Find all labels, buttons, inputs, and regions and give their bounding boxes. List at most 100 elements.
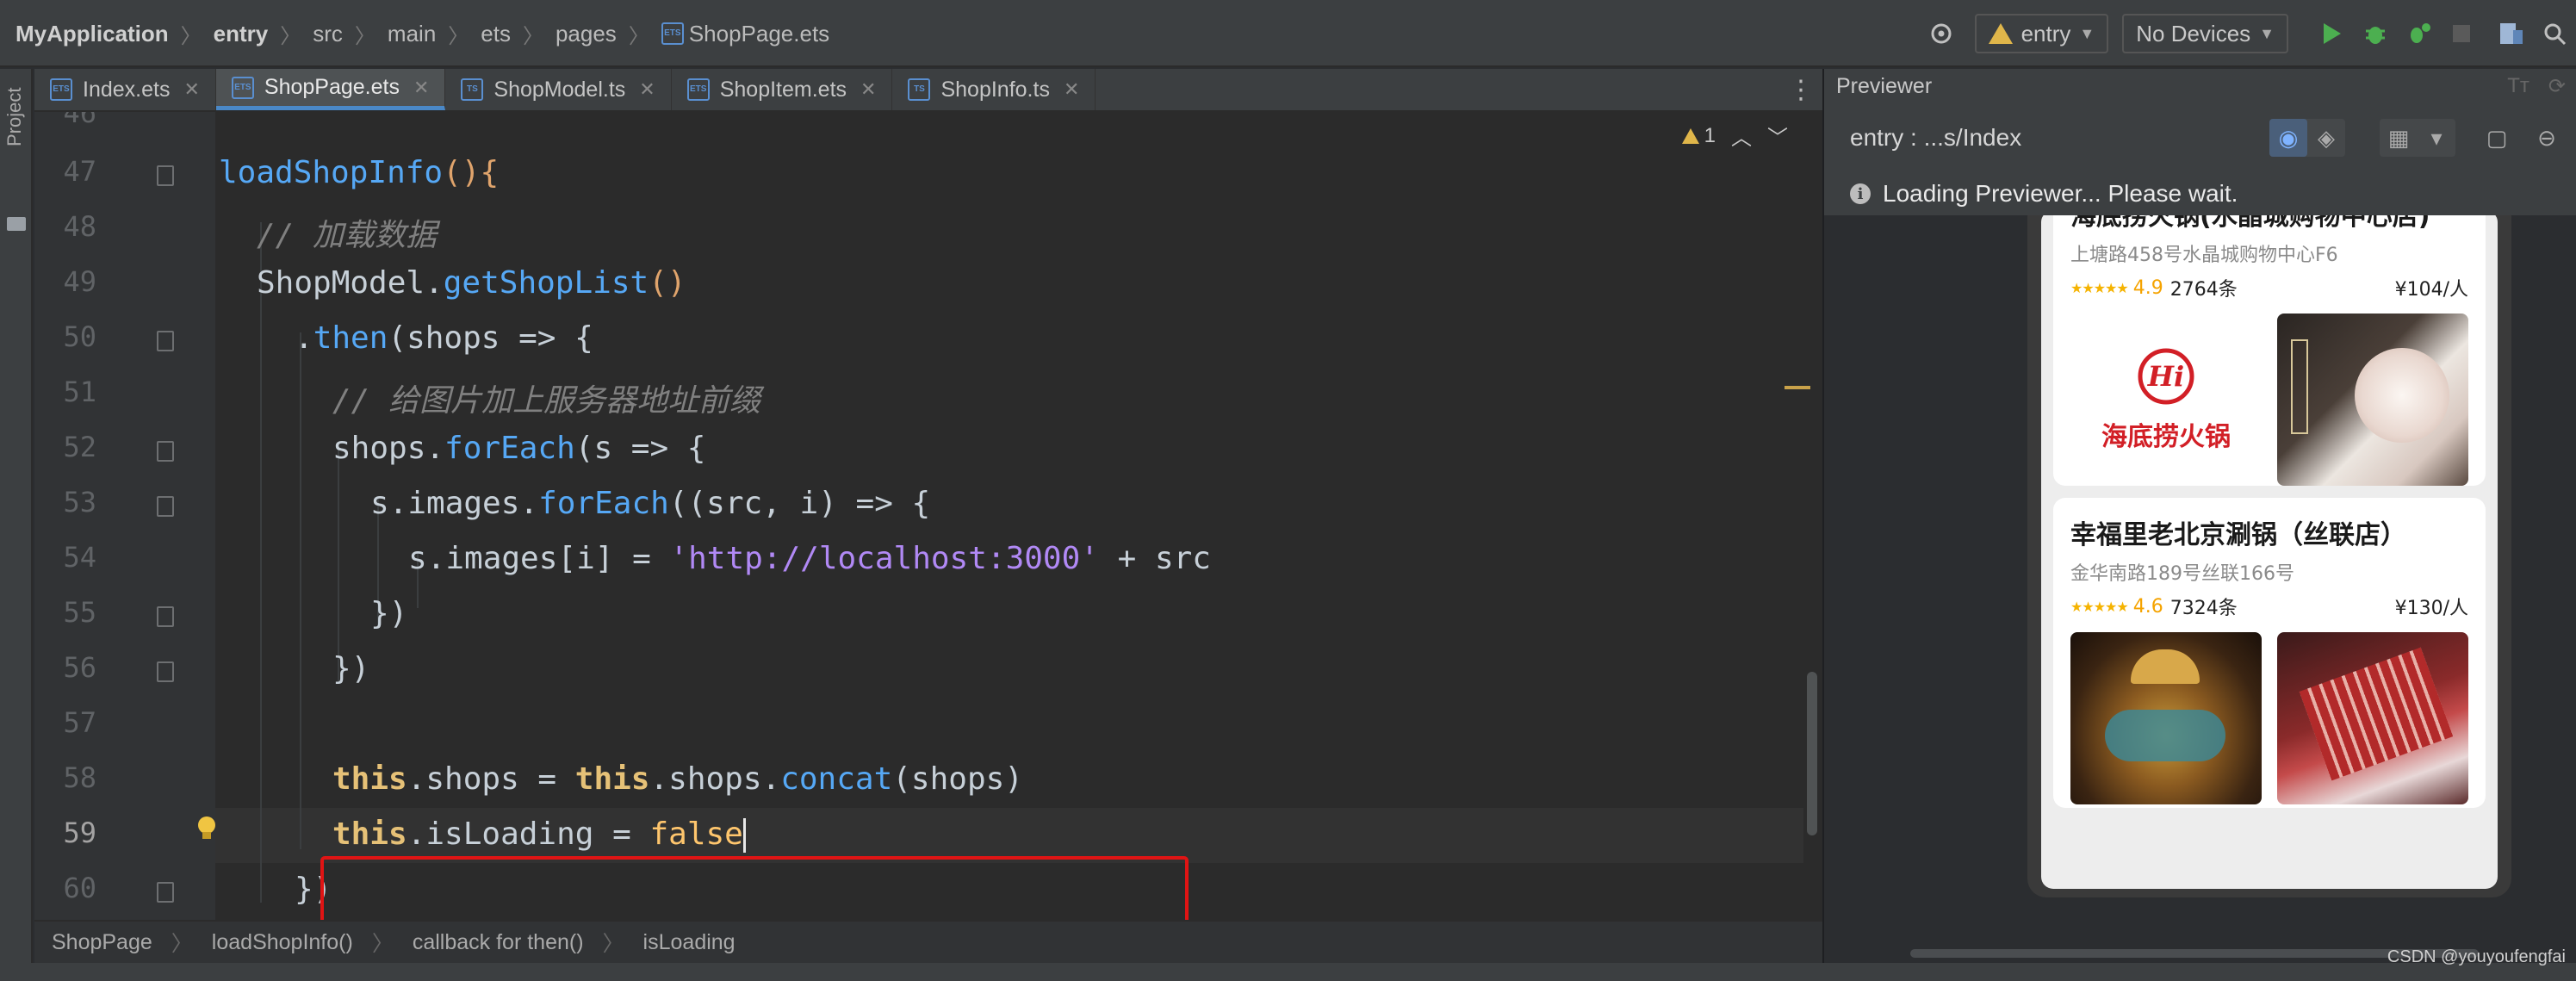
- tab-shopinfo-ts[interactable]: TS ShopInfo.ts ✕: [892, 69, 1096, 110]
- code-breadcrumb-item[interactable]: ShopPage: [52, 930, 152, 955]
- editor-gutter: 46 47 48 49 50 51 52 53 54 55 56 57 58 5…: [34, 112, 215, 920]
- lightbulb-icon[interactable]: [198, 816, 215, 839]
- fold-icon[interactable]: [157, 496, 174, 517]
- rating-score: 4.9: [2132, 276, 2163, 299]
- fold-icon[interactable]: [157, 331, 174, 351]
- editor-scrollbar[interactable]: [1803, 112, 1822, 920]
- tab-shoppage-ets[interactable]: ETS ShopPage.ets ✕: [215, 69, 446, 110]
- device-grid-icon[interactable]: ▦: [2380, 119, 2418, 157]
- run-icon[interactable]: [2311, 12, 2354, 55]
- fit-screen-icon[interactable]: ▢: [2478, 119, 2516, 157]
- code-breadcrumb-item[interactable]: isLoading: [643, 930, 736, 955]
- close-icon[interactable]: ✕: [413, 77, 429, 99]
- project-tool-label[interactable]: Project: [3, 88, 26, 146]
- breadcrumb-item-ets[interactable]: ets: [481, 21, 511, 47]
- close-icon[interactable]: ✕: [183, 78, 199, 101]
- breadcrumb-separator-icon: 〉: [448, 24, 469, 48]
- fold-icon[interactable]: [157, 882, 174, 903]
- shop-name: 幸福里老北京涮锅（丝联店）: [2070, 520, 2406, 550]
- breadcrumb-item-src[interactable]: src: [313, 21, 343, 47]
- breadcrumb-project[interactable]: MyApplication: [16, 21, 169, 47]
- code-line-55: }): [370, 596, 407, 631]
- annotation-highlight-box: [320, 856, 1189, 920]
- inspector-icon[interactable]: ◉: [2269, 119, 2307, 157]
- stop-icon[interactable]: [2440, 12, 2483, 55]
- folder-icon[interactable]: [7, 217, 26, 231]
- close-icon[interactable]: ✕: [639, 78, 655, 101]
- editor-tabs: ETS Index.ets ✕ ETS ShopPage.ets ✕ TS Sh…: [34, 69, 1822, 112]
- previewer-route[interactable]: entry : ...s/Index: [1850, 124, 2021, 152]
- breadcrumb-file[interactable]: ETS ShopPage.ets: [661, 21, 829, 47]
- fold-icon[interactable]: [157, 441, 174, 462]
- tab-shopitem-ets[interactable]: ETS ShopItem.ets ✕: [672, 69, 893, 110]
- code-token: (shops): [892, 761, 1023, 797]
- breadcrumb-item-entry[interactable]: entry: [214, 21, 269, 47]
- chevron-down-icon[interactable]: ▾: [2418, 119, 2455, 157]
- code-breadcrumb: ShopPage 〉 loadShopInfo() 〉 callback for…: [34, 920, 1822, 963]
- code-token: }): [332, 651, 370, 686]
- code-token: (){: [443, 155, 500, 190]
- scrollbar-thumb[interactable]: [1807, 672, 1817, 835]
- warning-marker[interactable]: [1785, 386, 1810, 389]
- ts-file-icon: TS: [461, 78, 484, 101]
- code-string: 'http://localhost:3000': [669, 541, 1099, 576]
- shop-card[interactable]: 海底捞火锅(水晶城购物中心店) 上塘路458号水晶城购物中心F6 ★★★★★ 4…: [2053, 210, 2486, 486]
- chevron-up-icon[interactable]: ︿: [1731, 121, 1752, 151]
- close-icon[interactable]: ✕: [860, 78, 876, 101]
- fold-icon[interactable]: [157, 661, 174, 682]
- more-options-icon[interactable]: ⋮: [1779, 69, 1822, 110]
- shop-address: 上塘路458号水晶城购物中心F6: [2070, 245, 2338, 266]
- inspection-widget[interactable]: 1 ︿ ﹀: [1681, 121, 1788, 151]
- device-selector-label: No Devices: [2136, 20, 2251, 47]
- tab-shopmodel-ts[interactable]: TS ShopModel.ts ✕: [445, 69, 672, 110]
- device-screen[interactable]: 海底捞火锅(水晶城购物中心店) 上塘路458号水晶城购物中心F6 ★★★★★ 4…: [2041, 210, 2498, 889]
- device-manager-icon[interactable]: [2490, 12, 2533, 55]
- target-icon[interactable]: [1920, 12, 1963, 55]
- shop-card[interactable]: 幸福里老北京涮锅（丝联店） 金华南路189号丝联166号 ★★★★★ 4.6 7…: [2053, 498, 2486, 808]
- ets-file-icon: ETS: [50, 78, 72, 101]
- close-icon[interactable]: ✕: [1064, 78, 1079, 101]
- debug-icon[interactable]: [2354, 12, 2397, 55]
- indent-guide: [338, 443, 339, 684]
- code-comment: // 加载数据: [257, 218, 438, 253]
- device-frame: 海底捞火锅(水晶城购物中心店) 上塘路458号水晶城购物中心F6 ★★★★★ 4…: [2027, 198, 2511, 897]
- food-photo-image: [2277, 632, 2468, 804]
- zoom-out-icon[interactable]: ⊖: [2528, 119, 2566, 157]
- indent-guide: [300, 332, 301, 849]
- navigation-bar: MyApplication 〉 entry 〉 src 〉 main 〉 ets…: [0, 0, 2576, 67]
- code-literal: false: [649, 816, 743, 852]
- breadcrumb-separator-icon: 〉: [602, 932, 624, 956]
- chevron-down-icon[interactable]: ﹀: [1767, 121, 1788, 151]
- shop-logo-image: Hi 海底捞火锅: [2070, 314, 2262, 486]
- font-size-icon[interactable]: Tт: [2507, 74, 2529, 99]
- fold-icon[interactable]: [157, 165, 174, 186]
- ts-file-icon: TS: [908, 78, 931, 101]
- device-selector[interactable]: No Devices ▼: [2122, 14, 2288, 53]
- code-token: .shops.: [649, 761, 781, 797]
- breadcrumb-item-main[interactable]: main: [388, 21, 436, 47]
- code-breadcrumb-item[interactable]: callback for then(): [413, 930, 584, 955]
- ets-file-icon: ETS: [686, 78, 710, 101]
- ets-file-icon: ETS: [661, 22, 684, 45]
- review-count: 7324条: [2169, 598, 2238, 619]
- loading-notice-text: Loading Previewer... Please wait.: [1883, 180, 2238, 207]
- shop-address: 金华南路189号丝联166号: [2070, 563, 2294, 585]
- warning-counter[interactable]: 1: [1681, 124, 1716, 148]
- breadcrumb-item-pages[interactable]: pages: [556, 21, 617, 47]
- tab-index-ets[interactable]: ETS Index.ets ✕: [34, 69, 216, 110]
- code-line-53: s.images.forEach((src, i) => {: [370, 486, 930, 521]
- loading-notice: i Loading Previewer... Please wait.: [1824, 172, 2576, 215]
- code-breadcrumb-item[interactable]: loadShopInfo(): [212, 930, 353, 955]
- code-editor[interactable]: 46 47 48 49 50 51 52 53 54 55 56 57 58 5…: [34, 112, 1822, 920]
- line-number-current: 59: [63, 816, 96, 849]
- attach-debugger-icon[interactable]: [2397, 12, 2440, 55]
- refresh-icon[interactable]: ⟳: [2548, 74, 2566, 99]
- code-line-47: loadShopInfo(){: [219, 155, 499, 190]
- function-name: concat: [780, 761, 893, 797]
- fold-icon[interactable]: [157, 606, 174, 627]
- shop-logo-text: 海底捞火锅: [2101, 422, 2231, 452]
- search-icon[interactable]: [2533, 12, 2576, 55]
- layers-icon[interactable]: ◈: [2307, 119, 2345, 157]
- code-token: + src: [1098, 541, 1211, 576]
- module-selector[interactable]: entry ▼: [1974, 14, 2109, 53]
